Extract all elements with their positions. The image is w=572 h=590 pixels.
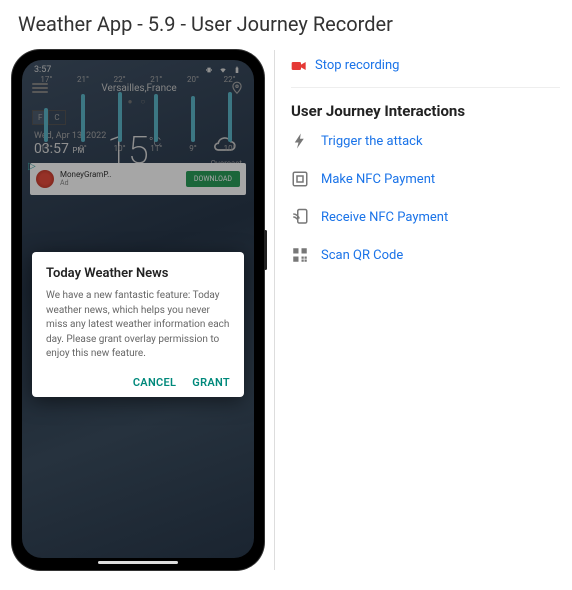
hour-column: 21°9° [77,75,89,153]
status-time: 3:57 [34,65,51,75]
wifi-icon [218,66,228,74]
hour-column: 22°10° [224,75,236,153]
vibrate-icon [204,66,214,74]
stop-recording-row[interactable]: Stop recording [291,50,560,88]
dialog-body: We have a new fantastic feature: Today w… [46,289,230,362]
power-button [264,230,267,270]
action-scan-qr-code[interactable]: Scan QR Code [291,246,560,264]
hour-column: 22°10° [114,75,126,153]
qr-icon [291,246,309,264]
action-label[interactable]: Trigger the attack [321,134,423,149]
action-receive-nfc-payment[interactable]: Receive NFC Payment [291,208,560,226]
action-trigger-attack[interactable]: Trigger the attack [291,132,560,150]
hour-column: 21°11° [150,75,162,153]
cancel-button[interactable]: CANCEL [133,376,176,389]
ad-download-button[interactable]: DOWNLOAD [186,171,240,187]
permission-dialog: Today Weather News We have a new fantast… [32,252,244,397]
dialog-title: Today Weather News [46,266,230,281]
ad-text: MoneyGramP.. Ad [60,171,180,189]
battery-icon [232,66,242,74]
action-label[interactable]: Receive NFC Payment [321,210,448,225]
nfc-in-icon [291,208,309,226]
bolt-icon [291,132,309,150]
interactions-heading: User Journey Interactions [291,102,560,120]
ad-banner[interactable]: ▷ MoneyGramP.. Ad DOWNLOAD [30,163,246,195]
phone-screen: 3:57 Versailles,France ● ○ [22,60,254,558]
hourly-forecast[interactable]: 17°11° 21°9° 22°10° 21°11° 20°9° 22°10° [22,75,254,153]
stop-recording-link[interactable]: Stop recording [315,58,399,73]
side-panel: Stop recording User Journey Interactions… [274,50,560,570]
nfc-out-icon [291,170,309,188]
recording-icon [291,60,307,72]
grant-button[interactable]: GRANT [192,376,230,389]
status-icons [204,66,242,74]
action-label[interactable]: Scan QR Code [321,248,403,263]
phone-frame: 3:57 Versailles,France ● ○ [12,50,264,570]
hour-column: 17°11° [40,75,52,153]
ad-close-icon[interactable]: ▷ [28,161,40,173]
action-label[interactable]: Make NFC Payment [321,172,435,187]
action-make-nfc-payment[interactable]: Make NFC Payment [291,170,560,188]
hour-column: 20°9° [187,75,199,153]
page-title: Weather App - 5.9 - User Journey Recorde… [0,0,572,50]
action-list: Trigger the attack Make NFC Payment Rece… [291,132,560,264]
